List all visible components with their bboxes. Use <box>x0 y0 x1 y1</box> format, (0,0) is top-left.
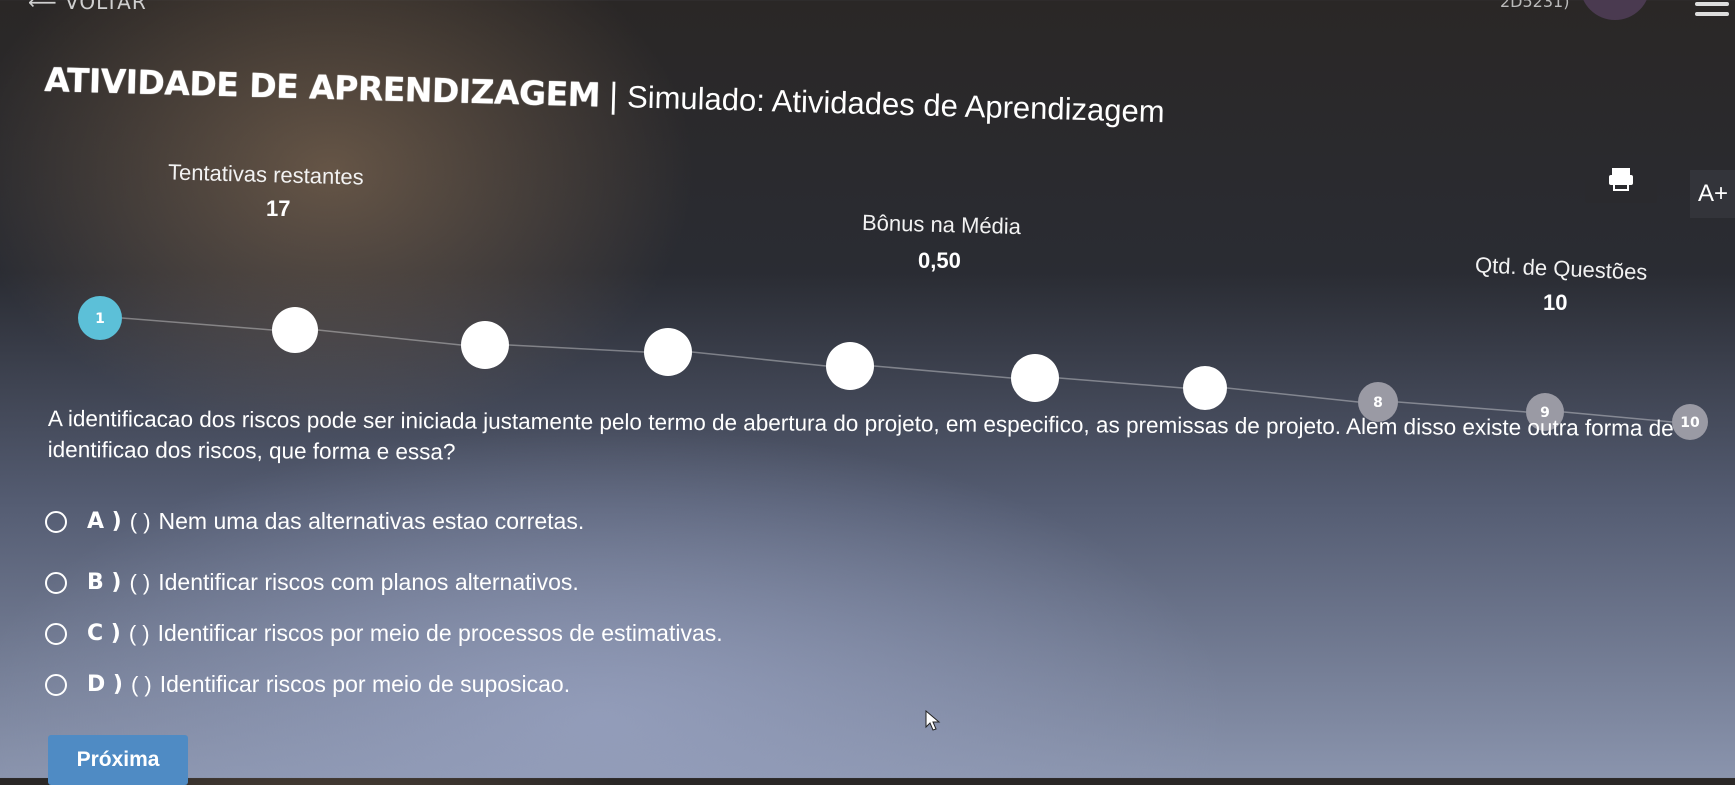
attempts-label: Tentativas restantes <box>167 159 364 190</box>
step-4[interactable] <box>644 328 692 376</box>
radio-a[interactable] <box>45 510 67 533</box>
step-connector <box>873 365 1012 379</box>
option-label: Identificar riscos por meio de processos… <box>157 620 723 646</box>
bonus-label: Bônus na Média <box>861 209 1022 240</box>
step-connector <box>1058 377 1184 389</box>
print-button[interactable] <box>1585 155 1657 203</box>
option-paren: ( ) <box>129 569 151 595</box>
option-letter: B ) <box>87 570 122 595</box>
step-7[interactable] <box>1183 366 1227 410</box>
step-connector <box>1226 387 1359 403</box>
page-title: ATIVIDADE DE APRENDIZAGEM | Simulado: Ativ… <box>44 60 1165 130</box>
questions-value: 10 <box>1543 290 1568 315</box>
attempts-value: 17 <box>266 196 291 221</box>
option-letter: D ) <box>87 672 123 697</box>
title-activity: ATIVIDADE DE APRENDIZAGEM <box>43 60 601 115</box>
step-number: 8 <box>1373 395 1383 411</box>
option-label: Nem uma das alternativas estao corretas. <box>158 508 585 534</box>
option-label: Identificar riscos com planos alternativ… <box>158 569 579 595</box>
option-b[interactable]: B ) ( ) Identificar riscos com planos al… <box>45 569 579 596</box>
radio-c[interactable] <box>45 622 67 645</box>
bonus-value: 0,50 <box>918 248 961 273</box>
radio-b[interactable] <box>45 571 67 594</box>
step-circle[interactable] <box>1011 354 1059 402</box>
step-connector <box>508 344 645 353</box>
step-2[interactable] <box>272 307 318 353</box>
menu-icon[interactable] <box>1695 0 1735 22</box>
title-simulado: Simulado: Atividades de Aprendizagem <box>626 79 1166 130</box>
step-1[interactable]: 1 <box>78 296 122 340</box>
option-letter: C ) <box>87 621 121 646</box>
option-paren: ( ) <box>128 620 150 646</box>
step-circle[interactable] <box>272 307 318 353</box>
step-3[interactable] <box>461 321 509 369</box>
step-number: 1 <box>95 311 105 327</box>
step-5[interactable] <box>826 342 874 390</box>
radio-d[interactable] <box>45 673 67 696</box>
step-connector <box>121 317 273 331</box>
step-circle[interactable] <box>78 296 122 340</box>
step-6[interactable] <box>1011 354 1059 402</box>
cursor-icon <box>925 710 941 731</box>
option-c[interactable]: C ) ( ) Identificar riscos por meio de p… <box>45 620 723 647</box>
step-circle[interactable] <box>1183 366 1227 410</box>
step-circle[interactable] <box>461 321 509 369</box>
option-letter: A ) <box>87 509 122 534</box>
header-code: 2D5231) <box>1500 0 1570 11</box>
printer-icon <box>1609 168 1633 191</box>
back-arrow-icon: ⟵ <box>28 0 58 14</box>
option-paren: ( ) <box>129 508 151 534</box>
font-size-button[interactable]: A+ <box>1690 170 1735 218</box>
option-paren: ( ) <box>130 671 152 697</box>
step-connector <box>691 351 827 367</box>
back-link[interactable]: ⟵ VOLTAR <box>28 0 147 14</box>
title-separator: | <box>607 75 620 116</box>
option-d[interactable]: D ) ( ) Identificar riscos por meio de s… <box>45 671 570 698</box>
back-link-label: VOLTAR <box>65 0 147 14</box>
step-connector <box>317 329 462 346</box>
option-a[interactable]: A ) ( ) Nem uma das alternativas estao c… <box>45 508 584 535</box>
step-circle[interactable] <box>644 328 692 376</box>
step-circle[interactable] <box>826 342 874 390</box>
question-text: A identificacao dos riscos pode ser inic… <box>47 405 1674 465</box>
questions-label: Qtd. de Questões <box>1474 252 1648 285</box>
option-label: Identificar riscos por meio de suposicao… <box>159 671 571 697</box>
avatar[interactable] <box>1580 0 1650 20</box>
